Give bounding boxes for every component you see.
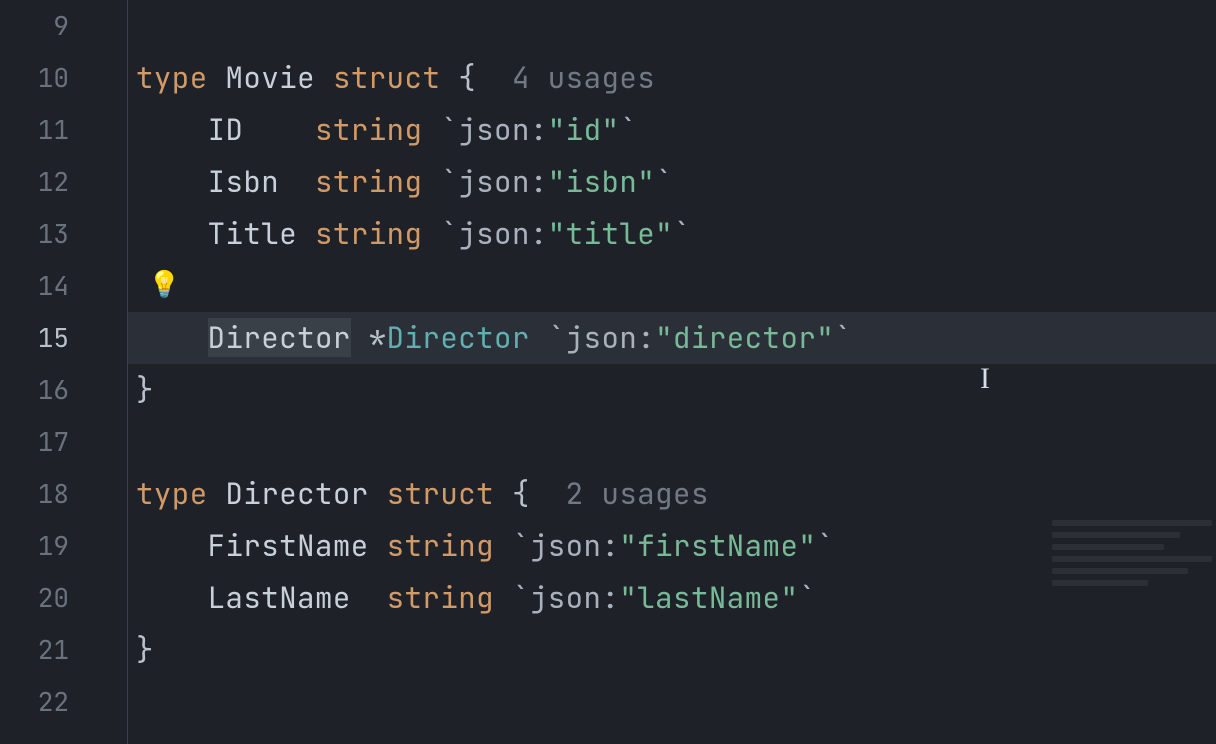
struct-tag-tick: ` xyxy=(834,318,852,357)
struct-tag-tick: ` xyxy=(440,110,458,149)
code-line[interactable]: type Director struct { 2 usages xyxy=(128,468,1216,520)
code-editor[interactable]: 910111213141516171819202122 💡 type Movie… xyxy=(0,0,1216,744)
struct-tag-tick: ` xyxy=(816,526,834,565)
inlay-hint-usages[interactable]: 4 usages xyxy=(512,58,655,97)
line-number[interactable]: 17 xyxy=(0,416,127,468)
field-name: FirstName xyxy=(208,526,369,565)
code-line[interactable] xyxy=(128,416,1216,468)
line-number[interactable]: 9 xyxy=(0,0,127,52)
code-line[interactable]: } xyxy=(128,624,1216,676)
struct-tag-val: "lastName" xyxy=(619,578,798,617)
brace-close: } xyxy=(136,630,154,669)
line-number[interactable]: 10 xyxy=(0,52,127,104)
line-number[interactable]: 22 xyxy=(0,676,127,728)
struct-tag-tick: ` xyxy=(512,578,530,617)
struct-tag-val: "title" xyxy=(548,214,673,253)
brace-open: { xyxy=(458,58,476,97)
code-line[interactable] xyxy=(128,260,1216,312)
field-type: string xyxy=(387,526,494,565)
line-number[interactable]: 16 xyxy=(0,364,127,416)
struct-tag-key: json: xyxy=(530,578,620,617)
keyword-struct: struct xyxy=(387,474,494,513)
minimap[interactable] xyxy=(1052,520,1212,630)
struct-tag-key: json: xyxy=(458,214,548,253)
field-type: string xyxy=(315,162,422,201)
struct-tag-key: json: xyxy=(566,318,656,357)
code-line[interactable]: ID string `json:"id"` xyxy=(128,104,1216,156)
struct-tag-val: "firstName" xyxy=(619,526,816,565)
field-name: ID xyxy=(208,110,244,149)
line-number[interactable]: 11 xyxy=(0,104,127,156)
field-type: string xyxy=(387,578,494,617)
field-name: LastName xyxy=(208,578,351,617)
line-number[interactable]: 12 xyxy=(0,156,127,208)
field-name: Director xyxy=(208,318,351,357)
line-number[interactable]: 21 xyxy=(0,624,127,676)
struct-tag-val: "director" xyxy=(655,318,834,357)
line-number-gutter: 910111213141516171819202122 xyxy=(0,0,128,744)
type-name-movie: Movie xyxy=(226,58,316,97)
lightbulb-icon[interactable]: 💡 xyxy=(148,266,180,301)
struct-tag-tick: ` xyxy=(440,162,458,201)
code-line[interactable] xyxy=(128,0,1216,52)
struct-tag-tick: ` xyxy=(673,214,691,253)
type-name-director: Director xyxy=(226,474,369,513)
code-line[interactable]: Title string `json:"title"` xyxy=(128,208,1216,260)
keyword-struct: struct xyxy=(333,58,440,97)
field-name: Title xyxy=(208,214,298,253)
code-line[interactable] xyxy=(128,676,1216,728)
struct-tag-key: json: xyxy=(530,526,620,565)
brace-close: } xyxy=(136,370,154,409)
brace-open: { xyxy=(512,474,530,513)
field-type: Director xyxy=(387,318,530,357)
struct-tag-tick: ` xyxy=(512,526,530,565)
struct-tag-tick: ` xyxy=(798,578,816,617)
struct-tag-val: "isbn" xyxy=(548,162,655,201)
line-number[interactable]: 14 xyxy=(0,260,127,312)
field-type: string xyxy=(315,214,422,253)
line-number[interactable]: 19 xyxy=(0,520,127,572)
line-number[interactable]: 13 xyxy=(0,208,127,260)
struct-tag-key: json: xyxy=(458,162,548,201)
line-number[interactable]: 18 xyxy=(0,468,127,520)
code-line-current[interactable]: Director *Director `json:"director"` xyxy=(128,312,1216,364)
keyword-type: type xyxy=(136,474,208,513)
struct-tag-tick: ` xyxy=(619,110,637,149)
struct-tag-tick: ` xyxy=(440,214,458,253)
line-number[interactable]: 20 xyxy=(0,572,127,624)
code-line[interactable]: Isbn string `json:"isbn"` xyxy=(128,156,1216,208)
struct-tag-tick: ` xyxy=(548,318,566,357)
code-line[interactable]: } xyxy=(128,364,1216,416)
keyword-type: type xyxy=(136,58,208,97)
pointer-star: * xyxy=(369,318,387,357)
struct-tag-key: json: xyxy=(458,110,548,149)
inlay-hint-usages[interactable]: 2 usages xyxy=(566,474,709,513)
field-name: Isbn xyxy=(208,162,280,201)
struct-tag-tick: ` xyxy=(655,162,673,201)
field-type: string xyxy=(315,110,422,149)
code-area[interactable]: type Movie struct { 4 usages ID string `… xyxy=(128,0,1216,744)
line-number[interactable]: 15 xyxy=(0,312,127,364)
struct-tag-val: "id" xyxy=(548,110,620,149)
code-line[interactable]: type Movie struct { 4 usages xyxy=(128,52,1216,104)
